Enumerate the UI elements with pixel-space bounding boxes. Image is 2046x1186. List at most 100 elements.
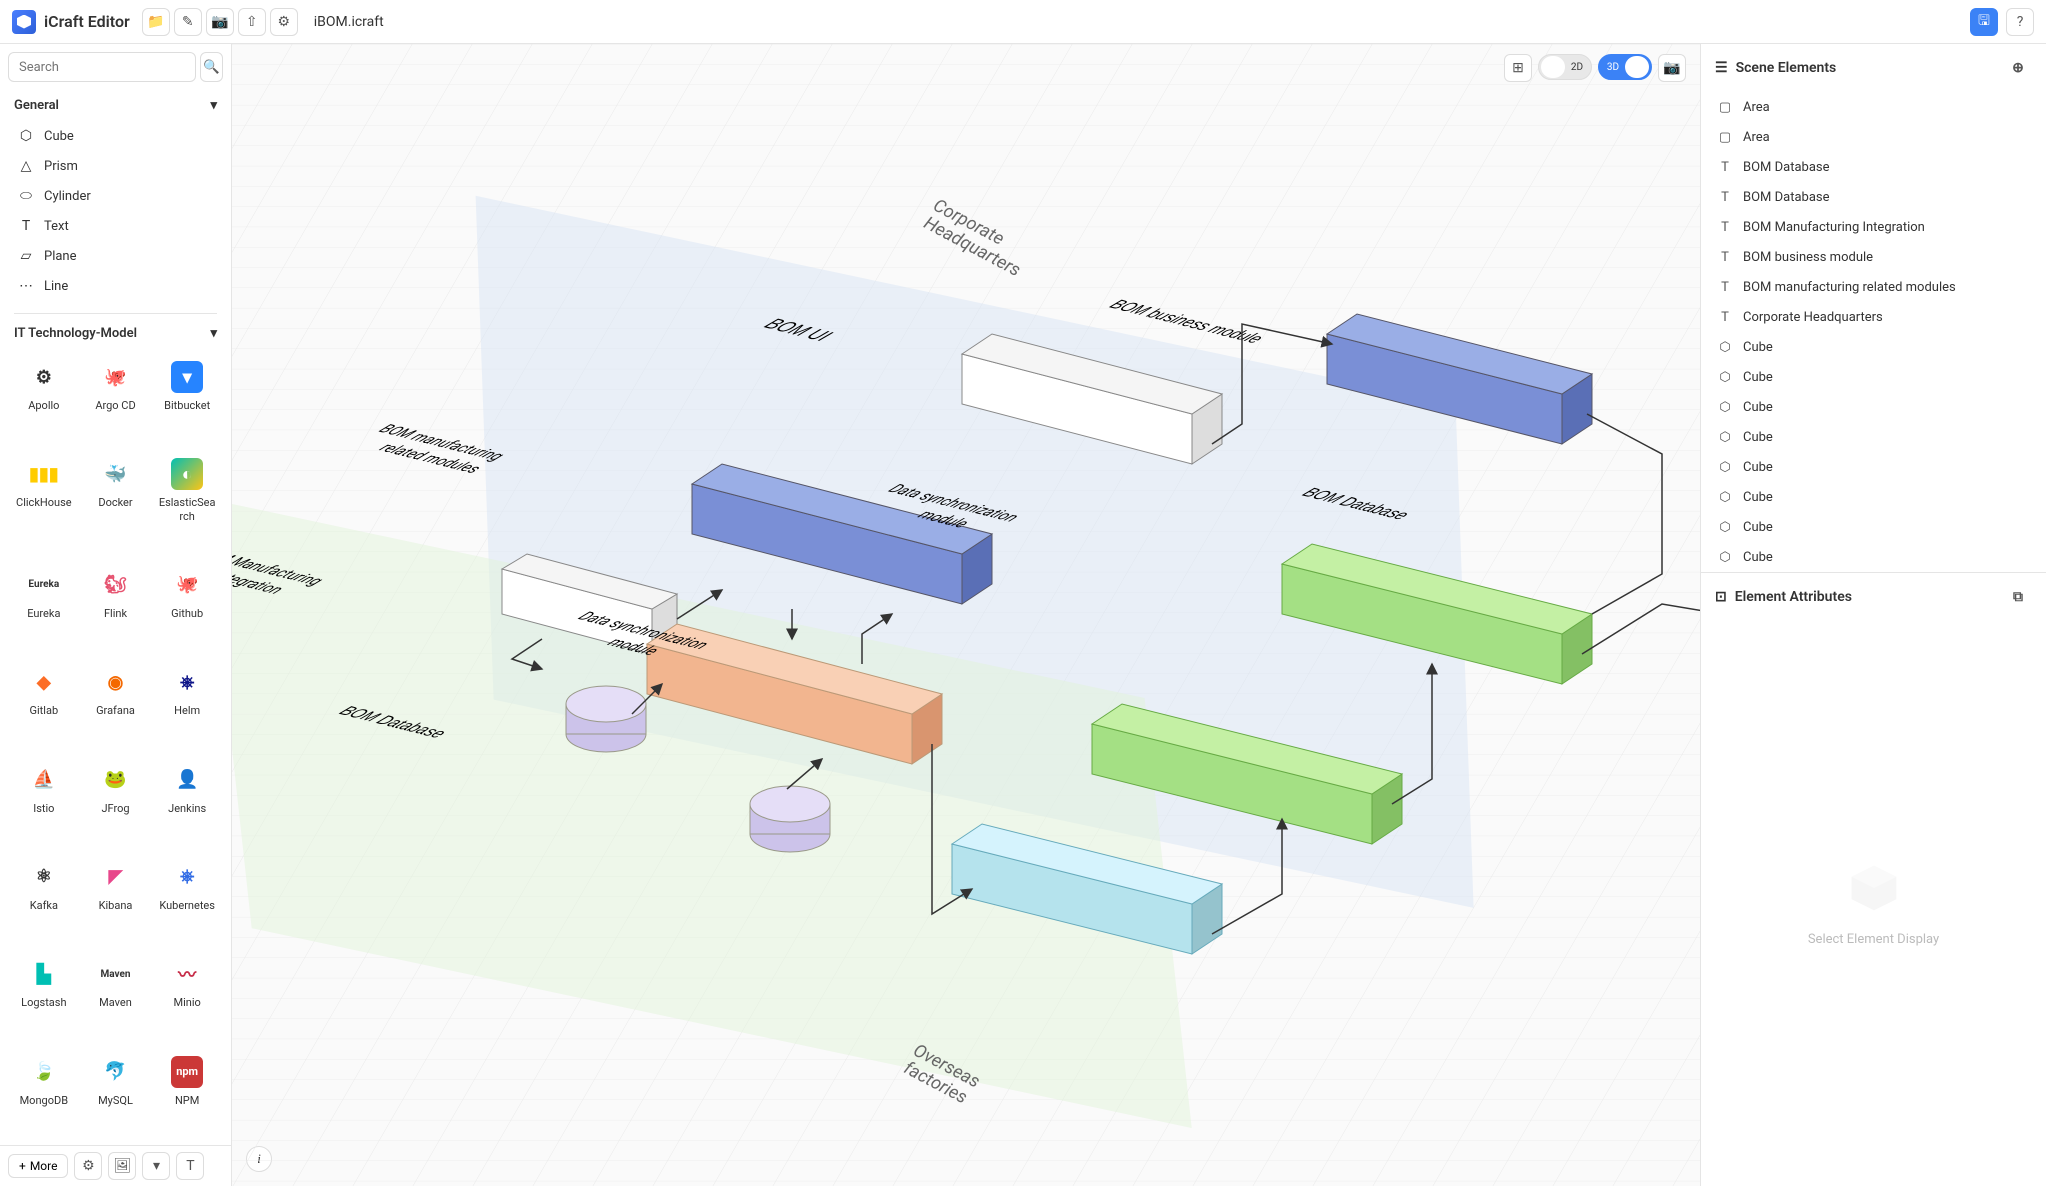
tech-item-maven[interactable]: MavenMaven [82, 954, 150, 1039]
tech-item-argo-cd[interactable]: 🐙Argo CD [82, 357, 150, 442]
tech-item-helm[interactable]: ⎈Helm [153, 662, 221, 747]
tech-item-istio[interactable]: ⛵Istio [10, 760, 78, 845]
apollo-icon: ⚙ [28, 361, 60, 393]
empty-logo-icon [1846, 860, 1902, 916]
add-element-button[interactable]: ⊕ [2004, 54, 2032, 82]
grid-button[interactable]: ⊞ [1504, 54, 1532, 82]
tech-item-github[interactable]: 🐙Github [153, 565, 221, 650]
general-item-line[interactable]: ⋯Line [14, 271, 217, 301]
tech-item-eslasticsearch[interactable]: ◐EslasticSearch [153, 454, 221, 553]
filename: iBOM.icraft [314, 14, 384, 30]
empty-attributes-text: Select Element Display [1808, 932, 1939, 947]
general-item-prism[interactable]: △Prism [14, 151, 217, 181]
scene-element[interactable]: ⬡Cube [1701, 512, 2046, 542]
canvas[interactable]: ⊞ 2D 3D 📷 i CorporateHeadquarters Overse… [232, 44, 1700, 1186]
scene-element[interactable]: ▢Area [1701, 122, 2046, 152]
general-item-cube[interactable]: ⬡Cube [14, 121, 217, 151]
search-button[interactable]: 🔍 [200, 52, 223, 82]
kibana-icon: ◤ [99, 861, 131, 893]
search-input[interactable] [8, 52, 196, 82]
text-icon: T [1717, 309, 1733, 325]
text-icon: T [18, 218, 34, 234]
view-3d-toggle[interactable]: 3D [1598, 54, 1652, 80]
scene-element[interactable]: ⬡Cube [1701, 362, 2046, 392]
tech-item-kubernetes[interactable]: ⎈Kubernetes [153, 857, 221, 942]
tech-item-mysql[interactable]: 🐬MySQL [82, 1052, 150, 1137]
tech-item-docker[interactable]: 🐳Docker [82, 454, 150, 553]
tech-item-flink[interactable]: 🐿Flink [82, 565, 150, 650]
element-attributes-title: Element Attributes [1735, 589, 1852, 605]
tech-item-apollo[interactable]: ⚙Apollo [10, 357, 78, 442]
flink-icon: 🐿 [99, 569, 131, 601]
line-icon: ⋯ [18, 278, 34, 294]
app-name: iCraft Editor [44, 12, 130, 31]
left-panel: 🔍 General ▾ ⬡Cube△Prism⬭CylinderTText▱Pl… [0, 44, 232, 1186]
scene-element[interactable]: TBOM Manufacturing Integration [1701, 212, 2046, 242]
list-icon: ☰ [1715, 60, 1728, 76]
settings-button[interactable]: ⚙ [270, 8, 298, 36]
tech-item-gitlab[interactable]: ◆Gitlab [10, 662, 78, 747]
mongodb-icon: 🍃 [28, 1056, 60, 1088]
tech-item-logstash[interactable]: ▙Logstash [10, 954, 78, 1039]
scene-element[interactable]: ⬡Cube [1701, 482, 2046, 512]
clickhouse-icon: ▮▮▮ [28, 458, 60, 490]
camera-button[interactable]: 📷 [1658, 54, 1686, 82]
isometric-canvas: CorporateHeadquarters Overseasfactories … [232, 44, 1700, 1186]
export-button[interactable]: ⇧ [238, 8, 266, 36]
eslasticsearch-icon: ◐ [171, 458, 203, 490]
copy-attributes-button[interactable]: ⧉ [2004, 583, 2032, 611]
tech-item-mongodb[interactable]: 🍃MongoDB [10, 1052, 78, 1137]
logo-icon [12, 10, 36, 34]
scene-element[interactable]: ⬡Cube [1701, 452, 2046, 482]
scene-element[interactable]: TBOM Database [1701, 182, 2046, 212]
scene-element[interactable]: ⬡Cube [1701, 422, 2046, 452]
scene-elements-title: Scene Elements [1736, 60, 1837, 76]
cube-icon: ⬡ [1717, 519, 1733, 535]
scene-element[interactable]: ⬡Cube [1701, 542, 2046, 572]
scene-element[interactable]: ⬡Cube [1701, 332, 2046, 362]
help-button[interactable]: ? [2006, 8, 2034, 36]
scene-element[interactable]: TBOM business module [1701, 242, 2046, 272]
footer-text-button[interactable]: T [176, 1152, 204, 1180]
general-item-plane[interactable]: ▱Plane [14, 241, 217, 271]
scene-element[interactable]: ▢Area [1701, 92, 2046, 122]
right-panel: ☰ Scene Elements ⊕ ▢Area▢AreaTBOM Databa… [1700, 44, 2046, 1186]
tech-item-kibana[interactable]: ◤Kibana [82, 857, 150, 942]
text-icon: T [1717, 219, 1733, 235]
text-icon: T [1717, 249, 1733, 265]
tech-item-eureka[interactable]: EurekaEureka [10, 565, 78, 650]
helm-icon: ⎈ [171, 666, 203, 698]
area-icon: ▢ [1717, 99, 1733, 115]
scene-element[interactable]: TBOM Database [1701, 152, 2046, 182]
save-button[interactable]: 🖫 [1970, 8, 1998, 36]
scene-element[interactable]: ⬡Cube [1701, 392, 2046, 422]
chevron-down-icon: ▾ [210, 98, 217, 113]
cube-icon: ⬡ [1717, 339, 1733, 355]
more-button[interactable]: +More [8, 1154, 68, 1178]
tech-item-kafka[interactable]: ⚛Kafka [10, 857, 78, 942]
cube-icon: ⬡ [18, 128, 34, 144]
tech-item-npm[interactable]: npmNPM [153, 1052, 221, 1137]
tech-item-jfrog[interactable]: 🐸JFrog [82, 760, 150, 845]
tech-item-minio[interactable]: 〰Minio [153, 954, 221, 1039]
tech-section-header[interactable]: IT Technology-Model ▾ [0, 318, 231, 349]
area-icon: ▢ [1717, 129, 1733, 145]
scene-element[interactable]: TCorporate Headquarters [1701, 302, 2046, 332]
npm-icon: npm [171, 1056, 203, 1088]
screenshot-button[interactable]: 📷 [206, 8, 234, 36]
general-section-header[interactable]: General ▾ [0, 90, 231, 121]
view-2d-toggle[interactable]: 2D [1538, 54, 1592, 80]
general-item-text[interactable]: TText [14, 211, 217, 241]
general-item-cylinder[interactable]: ⬭Cylinder [14, 181, 217, 211]
tech-item-clickhouse[interactable]: ▮▮▮ClickHouse [10, 454, 78, 553]
footer-image-button[interactable]: 🖼 [108, 1152, 136, 1180]
tech-item-grafana[interactable]: ◉Grafana [82, 662, 150, 747]
scene-element[interactable]: TBOM manufacturing related modules [1701, 272, 2046, 302]
footer-dropdown-button[interactable]: ▾ [142, 1152, 170, 1180]
tech-item-bitbucket[interactable]: ▾Bitbucket [153, 357, 221, 442]
prism-icon: △ [18, 158, 34, 174]
edit-button[interactable]: ✎ [174, 8, 202, 36]
tech-item-jenkins[interactable]: 👤Jenkins [153, 760, 221, 845]
footer-settings-button[interactable]: ⚙ [74, 1152, 102, 1180]
open-button[interactable]: 📁 [142, 8, 170, 36]
